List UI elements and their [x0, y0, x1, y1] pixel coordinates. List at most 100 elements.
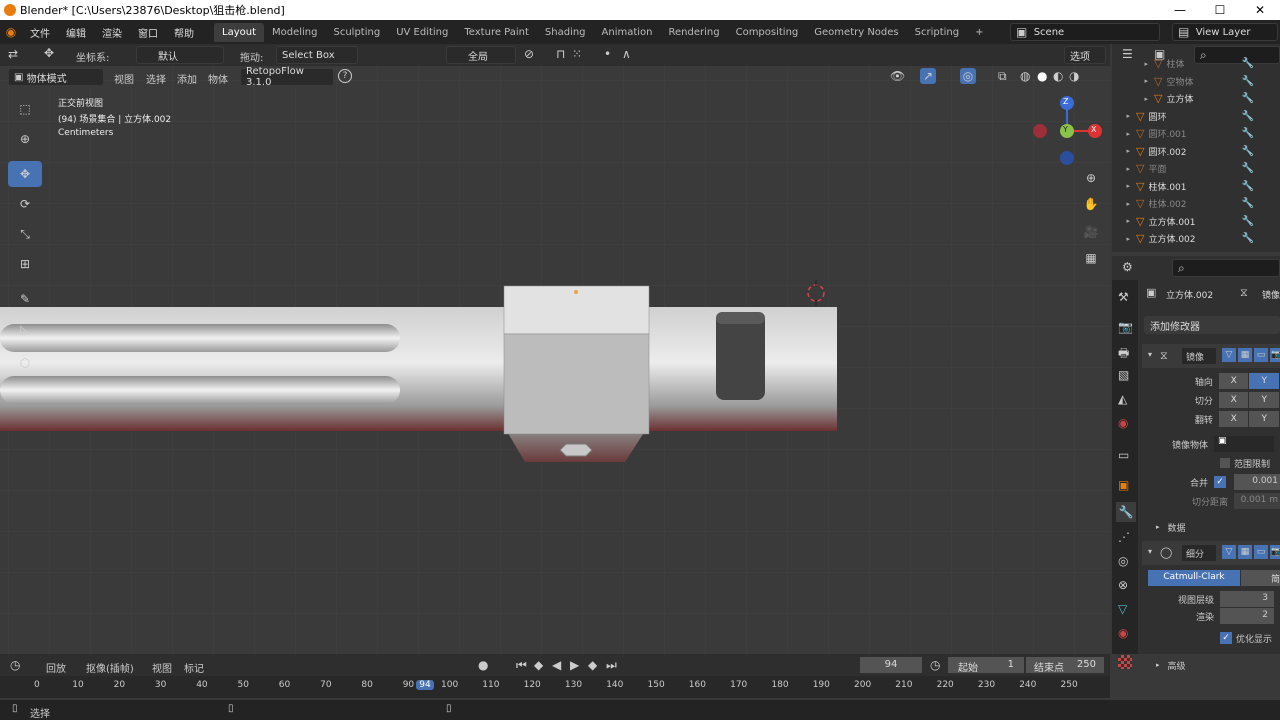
snap-target-icon[interactable]: ⁙ [572, 47, 582, 61]
data-tab-icon[interactable]: ▽ [1118, 602, 1127, 616]
view-layer-tab-icon[interactable]: ▧ [1118, 368, 1129, 382]
render-tab-icon[interactable]: 📷 [1118, 320, 1133, 334]
tab-layout[interactable]: Layout [214, 22, 264, 42]
help-icon[interactable]: ? [338, 69, 352, 83]
optimal-display-checkbox[interactable]: ✓ [1220, 632, 1232, 644]
subsurf-viewport-toggle-icon[interactable]: ▭ [1254, 545, 1268, 559]
end-frame-field[interactable]: 结束点 250 [1026, 657, 1104, 674]
start-frame-field[interactable]: 起始 1 [948, 657, 1024, 674]
tool-tab-icon[interactable]: ⚒ [1118, 290, 1129, 304]
simple-button[interactable]: 简 [1241, 570, 1280, 586]
modifier-tab-icon[interactable]: 🔧 [1116, 502, 1136, 522]
add-modifier-button[interactable]: 添加修改器 [1144, 316, 1280, 334]
subsurf-edit-toggle-icon[interactable]: ▽ [1222, 545, 1236, 559]
subsurf-cage-toggle-icon[interactable]: ▦ [1238, 545, 1252, 559]
mirror-object-field[interactable]: ▣ [1214, 436, 1274, 452]
flip-y-toggle[interactable]: Y [1249, 411, 1279, 427]
jump-end-icon[interactable]: ⏭ [606, 658, 617, 673]
add-workspace-button[interactable]: + [967, 23, 991, 42]
prev-keyframe-icon[interactable]: ◆ [534, 658, 543, 672]
select-box-tool[interactable]: ⬚ [8, 96, 42, 122]
rendered-shading-icon[interactable]: ◑ [1069, 69, 1079, 83]
tab-geometry-nodes[interactable]: Geometry Nodes [806, 23, 906, 42]
physics-tab-icon[interactable]: ◎ [1118, 554, 1128, 568]
clip-checkbox[interactable] [1220, 458, 1230, 468]
zoom-button[interactable]: ⊕ [1079, 166, 1103, 190]
menu-add[interactable]: 添加 [177, 71, 197, 86]
expand-arrow-icon[interactable]: ▸ [1114, 130, 1136, 138]
tab-uv-editing[interactable]: UV Editing [388, 23, 456, 42]
viewport-toggle-icon[interactable]: ▭ [1254, 348, 1268, 362]
advanced-subpanel[interactable]: ▸ 高级 [1156, 656, 1280, 674]
visibility-icon[interactable]: 👁 [890, 69, 905, 83]
cage-toggle-icon[interactable]: ▦ [1238, 348, 1252, 362]
render-toggle-icon[interactable]: 📷 [1270, 348, 1280, 362]
gizmo-toggle-icon[interactable]: ↗ [920, 68, 936, 84]
merge-value[interactable]: 0.001 [1234, 474, 1280, 490]
outliner-item[interactable]: ▸ ▽ 圆环.001 🔧 [1114, 125, 1280, 142]
expand-arrow-icon[interactable]: ▸ [1114, 147, 1136, 155]
blender-menu-icon[interactable]: ◉ [0, 25, 22, 39]
proportional-edit-icon[interactable]: • [604, 47, 611, 61]
merge-checkbox[interactable]: ✓ [1214, 476, 1226, 488]
falloff-icon[interactable]: ∧ [622, 47, 631, 61]
outliner-item[interactable]: ▸ ▽ 立方体 🔧 [1114, 90, 1280, 107]
axis-x-toggle[interactable]: X [1218, 373, 1249, 389]
close-button[interactable]: ✕ [1240, 0, 1280, 20]
ortho-toggle-button[interactable]: ▦ [1079, 246, 1103, 270]
tab-scripting[interactable]: Scripting [907, 23, 967, 42]
constraints-tab-icon[interactable]: ⊗ [1118, 578, 1128, 592]
next-keyframe-icon[interactable]: ◆ [588, 658, 597, 672]
bisect-x-toggle[interactable]: X [1218, 392, 1249, 408]
preview-range-icon[interactable]: ◷ [930, 658, 940, 672]
play-reverse-icon[interactable]: ◀ [552, 658, 561, 672]
axis-y-toggle[interactable]: Y [1249, 373, 1279, 389]
edit-mode-toggle-icon[interactable]: ▽ [1222, 348, 1236, 362]
annotate-tool[interactable]: ✎ [8, 286, 42, 312]
add-cube-tool[interactable]: ⬡ [8, 350, 42, 376]
tab-shading[interactable]: Shading [537, 23, 594, 42]
material-tab-icon[interactable]: ◉ [1118, 626, 1128, 640]
expand-arrow-icon[interactable]: ▸ [1114, 95, 1154, 103]
minimize-button[interactable]: — [1160, 0, 1200, 20]
outliner-item[interactable]: ▸ ▽ 立方体.001 🔧 [1114, 213, 1280, 230]
menu-help[interactable]: 帮助 [166, 25, 202, 40]
wireframe-shading-icon[interactable]: ◍ [1020, 69, 1030, 83]
options-dropdown[interactable]: 选项 [1064, 46, 1106, 64]
keying-menu[interactable]: 抠像(插帧) [86, 660, 134, 675]
expand-arrow-icon[interactable]: ▸ [1114, 112, 1136, 120]
menu-render[interactable]: 渲染 [94, 25, 130, 40]
outliner-item[interactable]: ▸ ▽ 立方体.002 🔧 [1114, 230, 1280, 247]
record-icon[interactable]: ● [478, 658, 488, 672]
subsurf-render-toggle-icon[interactable]: 📷 [1270, 545, 1280, 559]
marker-menu[interactable]: 标记 [184, 660, 204, 675]
tab-rendering[interactable]: Rendering [661, 23, 728, 42]
3d-viewport[interactable]: Z Y X ▣ 物体模式 视图 选择 添加 物体 RetopoFlow 3.1.… [0, 66, 1110, 654]
magnet-icon[interactable]: ⊓ [556, 47, 565, 61]
texture-tab-icon[interactable] [1118, 655, 1132, 669]
transform-tool[interactable]: ⊞ [8, 251, 42, 277]
menu-file[interactable]: 文件 [22, 25, 58, 40]
menu-edit[interactable]: 编辑 [58, 25, 94, 40]
move-tool[interactable]: ✥ [8, 161, 42, 187]
outliner-item[interactable]: ▸ ▽ 空物体 🔧 [1114, 73, 1280, 90]
play-icon[interactable]: ▶ [570, 658, 579, 672]
retopoflow-dropdown[interactable]: RetopoFlow 3.1.0 [240, 66, 334, 88]
expand-arrow-icon[interactable]: ▸ [1114, 235, 1136, 243]
rotate-tool[interactable]: ⟳ [8, 191, 42, 217]
expand-arrow-icon[interactable]: ▸ [1114, 77, 1154, 85]
pan-button[interactable]: ✋ [1079, 192, 1103, 216]
subsurf-name-field[interactable]: 细分 [1182, 545, 1216, 561]
render-levels-value[interactable]: 2 [1220, 608, 1274, 624]
expand-arrow-icon[interactable]: ▸ [1114, 165, 1136, 173]
menu-window[interactable]: 窗口 [130, 25, 166, 40]
levels-value[interactable]: 3 [1220, 591, 1274, 607]
object-tab-icon[interactable]: ▣ [1118, 478, 1129, 492]
properties-editor-icon[interactable]: ⚙ [1122, 260, 1133, 274]
data-subpanel[interactable]: ▸ 数据 [1156, 518, 1280, 536]
drag-dropdown[interactable]: Select Box [276, 46, 358, 64]
camera-view-button[interactable]: 🎥 [1079, 220, 1103, 244]
expand-arrow-icon[interactable]: ▸ [1114, 200, 1136, 208]
measure-tool[interactable]: ◺ [8, 316, 42, 342]
expand-arrow-icon[interactable]: ▸ [1114, 217, 1136, 225]
